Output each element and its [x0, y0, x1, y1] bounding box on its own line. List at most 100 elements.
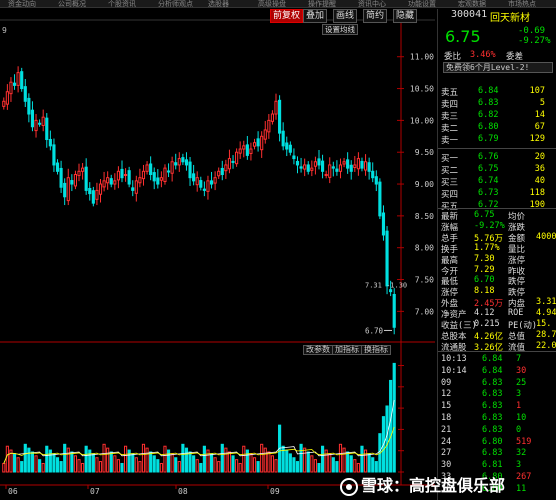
- candle-body: [5, 91, 9, 105]
- tick-price: 6.83: [482, 401, 503, 412]
- candle-body: [145, 164, 149, 172]
- stock-name: 回天新材: [490, 13, 530, 24]
- stat-value: 6.70: [474, 275, 495, 286]
- volume-bar: [156, 459, 160, 473]
- candle-body: [38, 122, 42, 125]
- stat-row: 涨停 8.18 跌停: [438, 286, 556, 298]
- candle-body: [260, 135, 264, 151]
- bid-label: 买四: [441, 190, 459, 200]
- volume-bar: [274, 459, 278, 473]
- candle-body: [188, 161, 192, 179]
- toolbar-button-1[interactable]: 叠加: [303, 9, 328, 23]
- candle-body: [278, 99, 282, 134]
- candle-body: [306, 164, 310, 172]
- volume-bar: [34, 455, 38, 473]
- tick-volume: 0: [516, 424, 522, 435]
- volume-bar: [231, 455, 235, 473]
- stat-value: 8.18: [474, 286, 495, 297]
- candle-body: [209, 180, 214, 185]
- ask-row: 卖五 6.84 107: [438, 86, 556, 98]
- candle-body: [295, 160, 300, 166]
- volume-bar: [199, 462, 203, 473]
- ask-volume: 107: [529, 86, 545, 96]
- volume-bar: [213, 457, 217, 473]
- volume-bar: [242, 445, 246, 473]
- weibi-row: 委比 3.46% 委差: [438, 50, 556, 62]
- tick-row: 15 6.83 1: [438, 401, 556, 412]
- candle-body: [335, 168, 339, 172]
- tick-volume: 1: [516, 401, 522, 412]
- tick-price: 6.81: [482, 460, 503, 471]
- ask-volume: 129: [529, 134, 545, 144]
- candle-body: [20, 71, 24, 90]
- volume-bar: [73, 455, 78, 473]
- price-change: -0.69: [518, 26, 546, 36]
- stat-label-2: ROE: [508, 308, 524, 319]
- candle-body: [138, 177, 142, 184]
- ask-label: 卖五: [441, 88, 459, 98]
- tick-row: 30 6.81 3: [438, 460, 556, 471]
- stat-value-2: 3.31: [536, 297, 556, 308]
- volume-ma10-line: [3, 426, 395, 464]
- volume-bar: [109, 451, 113, 473]
- candle-body: [88, 187, 92, 195]
- candle-body: [252, 142, 257, 147]
- volume-bar: [346, 451, 350, 473]
- volume-bar: [88, 449, 92, 473]
- toolbar-button-0[interactable]: 前复权: [270, 9, 304, 23]
- candle-body: [274, 100, 278, 115]
- candle-body: [281, 130, 285, 147]
- candle-body: [360, 160, 364, 169]
- level2-banner[interactable]: 免费领6个月Level-2!: [443, 62, 553, 73]
- candle-body: [224, 164, 228, 172]
- indicator-button-2[interactable]: 换指标: [361, 345, 391, 355]
- candle-body: [231, 160, 235, 163]
- indicator-button-1[interactable]: 加指标: [332, 345, 362, 355]
- volume-bar: [166, 449, 171, 473]
- candle-body: [12, 82, 17, 86]
- tick-row: 10:13 6.84 7: [438, 354, 556, 365]
- candle-body: [95, 189, 99, 200]
- snowball-logo-icon: [340, 477, 358, 496]
- toolbar-button-4[interactable]: 隐藏: [393, 9, 418, 23]
- range-annotation: 7.31 -1.30: [365, 282, 407, 290]
- kline-chart-area[interactable]: 11.00 10.50 10.00 9.50 9.00 8.50 8.00 7.50 7.00 0…: [0, 0, 435, 500]
- volume-bar: [138, 461, 142, 473]
- toolbar-button-2[interactable]: 画线: [333, 9, 358, 23]
- ma-settings-button[interactable]: 设置均线: [322, 24, 358, 35]
- volume-bar: [106, 447, 110, 473]
- tick-price: 6.83: [482, 424, 503, 435]
- candle-body: [217, 170, 221, 177]
- tick-price: 6.83: [482, 448, 503, 459]
- ask-row: 卖三 6.82 14: [438, 110, 556, 122]
- volume-bar: [84, 445, 88, 473]
- bid-row: 买四 6.73 118: [438, 188, 556, 200]
- candle-body: [52, 144, 56, 166]
- volume-bar: [2, 462, 6, 473]
- stat-row: 最新 6.75 均价: [438, 210, 556, 222]
- candle-body: [77, 170, 81, 176]
- candle-body: [59, 167, 63, 188]
- volume-bar: [392, 362, 396, 473]
- bid-price: 6.76: [478, 152, 499, 162]
- candle-body: [299, 166, 303, 169]
- volume-bar: [134, 457, 138, 473]
- candle-body: [134, 180, 138, 194]
- top-menu-item[interactable]: 市场热点: [508, 0, 536, 7]
- volume-bar: [177, 461, 181, 473]
- candle-body: [184, 159, 189, 166]
- toolbar-button-3[interactable]: 简约: [363, 9, 388, 23]
- volume-bar: [181, 443, 185, 473]
- bid-volume: 40: [534, 176, 545, 186]
- indicator-button-0[interactable]: 改参数: [303, 345, 333, 355]
- top-menu-item[interactable]: 宏观数据: [458, 0, 486, 7]
- stat-row: 总手 5.76万 金额 4000: [438, 232, 556, 244]
- stat-value: 6.75: [474, 210, 495, 220]
- ask-price: 6.84: [478, 86, 499, 96]
- volume-bar: [66, 447, 70, 473]
- volume-bar: [55, 457, 60, 473]
- volume-bar: [338, 443, 343, 473]
- candle-body: [66, 177, 70, 202]
- weibi-value: 3.46%: [470, 50, 496, 60]
- volume-bar: [360, 445, 364, 473]
